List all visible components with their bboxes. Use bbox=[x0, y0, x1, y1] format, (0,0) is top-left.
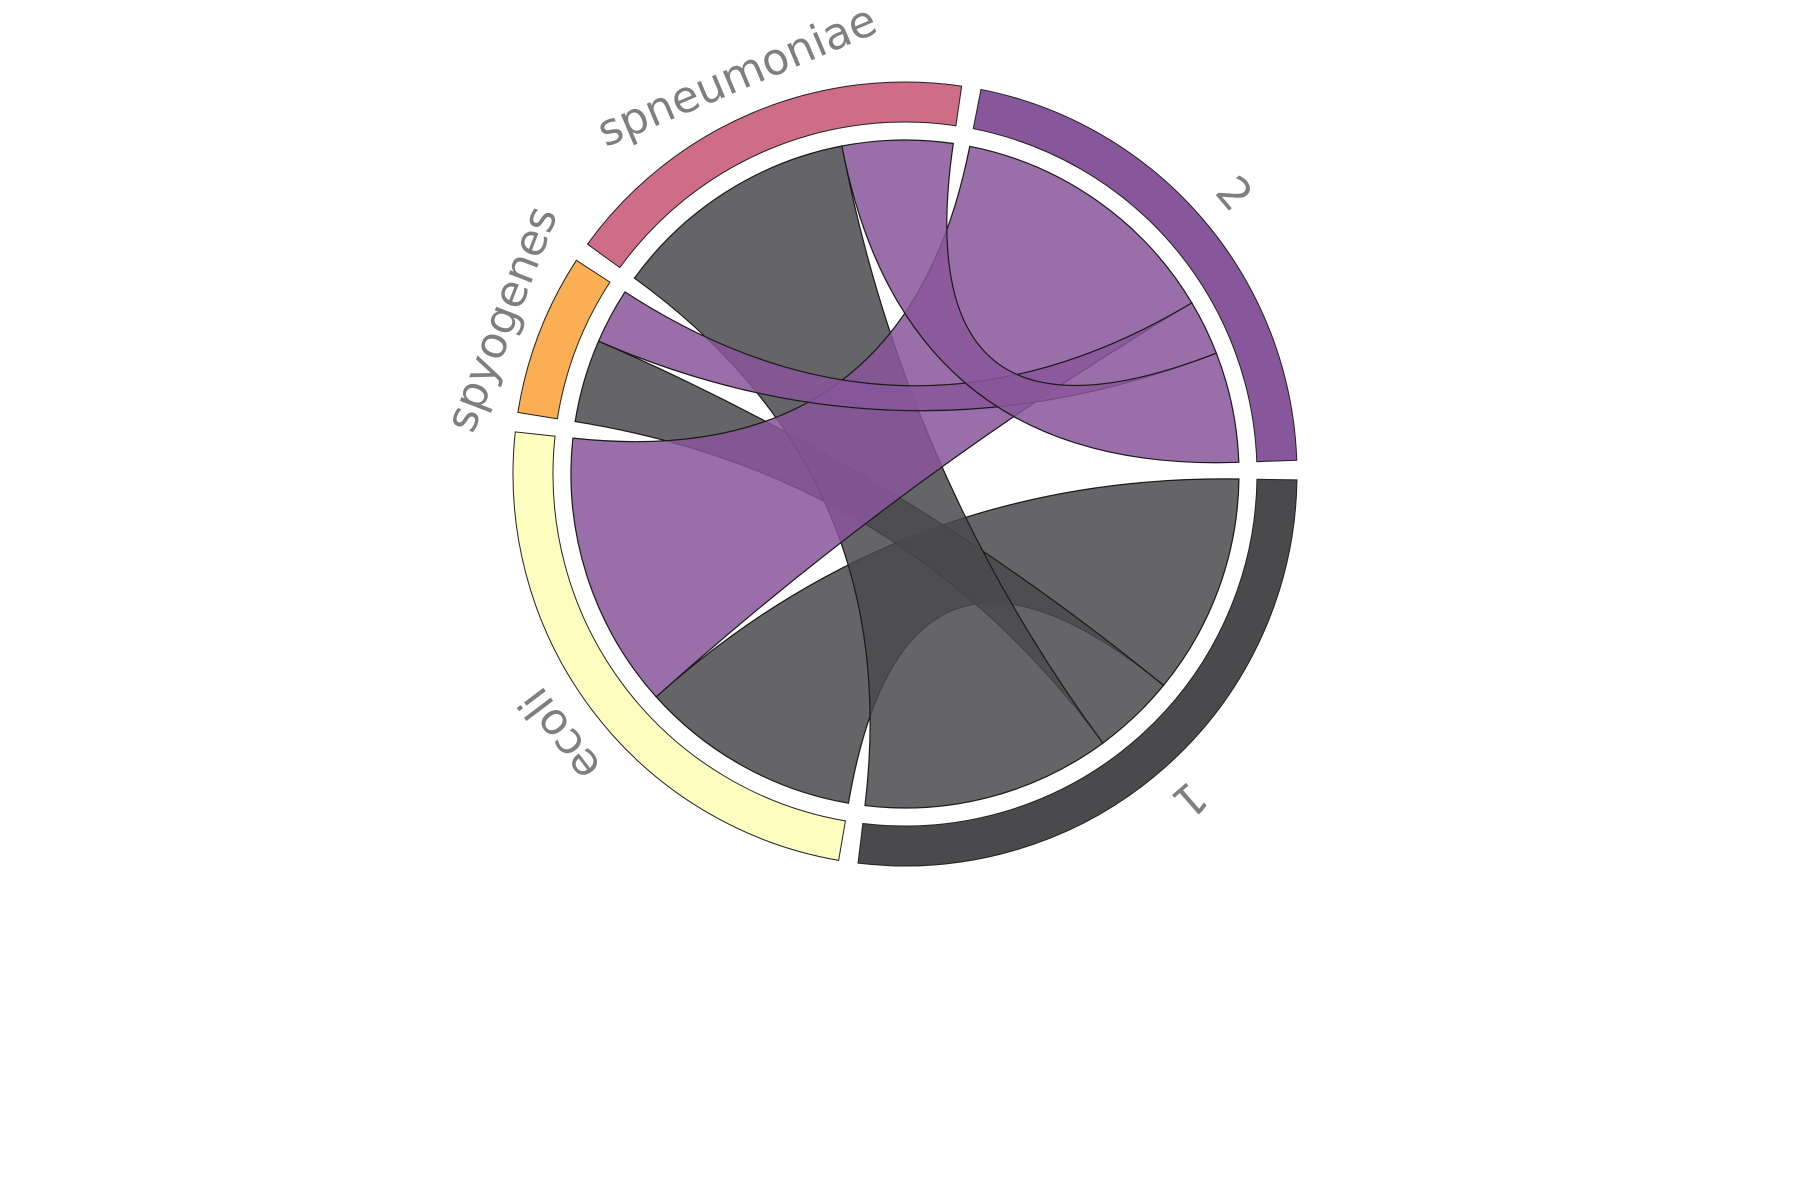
label-1: 1 bbox=[1162, 771, 1217, 828]
chord-chart: 1ecolispyogenesspneumoniae2 bbox=[436, 0, 1298, 867]
ribbons bbox=[570, 139, 1240, 809]
label-2: 2 bbox=[1205, 167, 1262, 221]
